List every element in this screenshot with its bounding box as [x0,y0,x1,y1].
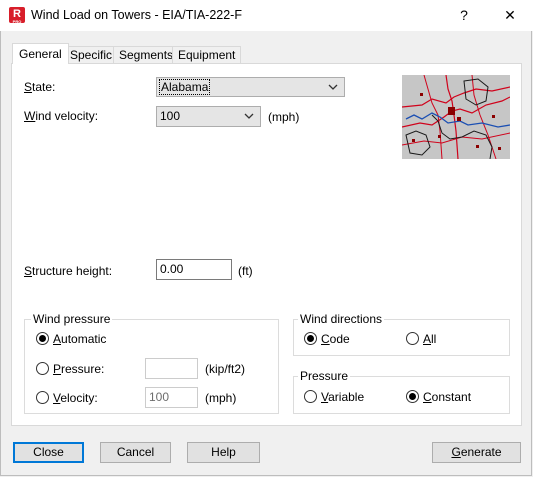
velocity-radio[interactable] [36,391,49,404]
state-map-image [402,75,510,159]
velocity-input[interactable]: 100 [145,387,198,408]
close-window-button[interactable]: ✕ [487,0,533,31]
wind-pressure-title: Wind pressure [31,312,113,326]
tab-segments[interactable]: Segments [113,46,180,64]
pressure-mode-title: Pressure [298,369,351,383]
velocity-label[interactable]: Velocity: [53,391,98,405]
structure-height-unit: (ft) [238,264,253,278]
app-logo-sub: PRO [12,19,22,24]
pressure-input[interactable] [145,358,198,379]
tab-equipment[interactable]: Equipment [172,46,242,64]
wind-velocity-label: Wind velocity: [24,109,99,123]
wind-velocity-value: 100 [160,109,181,123]
state-value: Alabama [158,79,211,95]
chevron-down-icon [328,84,338,90]
help-button[interactable]: Help [187,442,260,463]
wind-directions-title: Wind directions [298,312,385,326]
structure-height-input[interactable]: 0.00 [156,259,232,280]
chevron-down-icon [244,113,254,119]
all-radio[interactable] [406,332,419,345]
pressure-radio[interactable] [36,362,49,375]
tab-specific[interactable]: Specific [64,46,119,64]
velocity-unit: (mph) [205,391,237,405]
state-dropdown[interactable]: Alabama [156,77,345,97]
variable-label[interactable]: Variable [321,390,364,404]
app-logo-icon: R PRO [9,7,25,24]
code-label[interactable]: Code [321,332,350,346]
help-title-button[interactable]: ? [441,0,487,31]
close-button[interactable]: Close [13,442,84,463]
wind-velocity-dropdown[interactable]: 100 [156,106,261,127]
variable-radio[interactable] [304,390,317,403]
cancel-button[interactable]: Cancel [100,442,171,463]
pressure-label[interactable]: Pressure: [53,362,104,376]
tab-general[interactable]: General [12,43,69,64]
constant-radio[interactable] [406,390,419,403]
automatic-label[interactable]: Automatic [53,332,106,346]
code-radio[interactable] [304,332,317,345]
constant-label[interactable]: Constant [423,390,471,404]
all-label[interactable]: All [423,332,436,346]
wind-velocity-unit: (mph) [268,110,300,124]
generate-button[interactable]: Generate [432,442,521,463]
pressure-unit: (kip/ft2) [205,362,246,376]
structure-height-label: Structure height: [24,264,113,278]
window-title: Wind Load on Towers - EIA/TIA-222-F [31,8,242,22]
state-label: State: [24,80,56,94]
automatic-radio[interactable] [36,332,49,345]
